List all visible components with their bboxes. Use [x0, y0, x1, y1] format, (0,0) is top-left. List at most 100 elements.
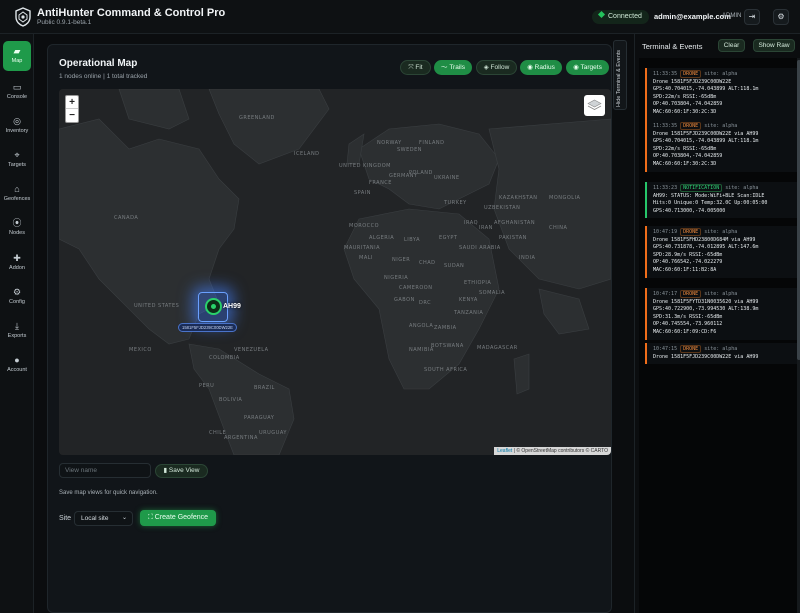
map-label-cameroon: CAMEROON: [399, 285, 432, 291]
sidebar-item-label: Nodes: [9, 230, 25, 236]
entry-meta: 11:33:35 DRONE site: alpha: [653, 70, 797, 79]
entry-meta: 11:33:23 NOTIFICATION site: alpha: [653, 184, 797, 193]
sidebar-item-label: Targets: [7, 162, 27, 168]
site-value: Local site: [81, 515, 109, 522]
sidebar-item-label: Geofences: [3, 196, 31, 202]
sidebar-item-targets[interactable]: ⌖ Targets: [3, 145, 31, 175]
entry-line: OP:40.703804,-74.042859: [653, 153, 723, 160]
zoom-out-button[interactable]: −: [66, 109, 78, 122]
entry-line: OP:40.745554,-73.960112: [653, 321, 723, 328]
fence-icon: ⌂: [14, 184, 20, 194]
map-label-india: INDIA: [519, 255, 536, 261]
entry-line: SPD:31.3m/s RSSI:-65dBm: [653, 313, 723, 320]
terminal-icon: ▭: [12, 82, 22, 92]
entry-line: MAC:60:60:1F:30:2C:3D: [653, 160, 717, 167]
node-marker-icon[interactable]: [205, 298, 222, 315]
terminal-entry: 11:33:23 NOTIFICATION site: alpha AH99: S…: [645, 182, 797, 219]
terminal-entry: 10:47:15 DRONE site: alpha Drone 1581F5FJ…: [645, 343, 797, 365]
map-label-uruguay: URUGUAY: [259, 430, 287, 436]
sidebar-item-geofences[interactable]: ⌂ Geofences: [3, 179, 31, 209]
settings-button[interactable]: ⚙: [773, 9, 789, 25]
entry-site: site: alpha: [704, 291, 738, 297]
map-label-mali: MALI: [359, 255, 373, 261]
map-label-spain: SPAIN: [354, 190, 371, 196]
map-label-nigeria: NIGERIA: [384, 275, 408, 281]
zoom-in-button[interactable]: +: [66, 96, 78, 109]
entry-tag: DRONE: [680, 228, 702, 236]
sidebar-item-config[interactable]: ⚙ Config: [3, 282, 31, 312]
entry-line: Drone 1581F5FJD239C00DW22E via AH99: [653, 353, 759, 360]
user-icon: ●: [14, 355, 20, 365]
entry-time: 11:33:35: [653, 123, 678, 129]
user-email: admin@example.com: [654, 12, 731, 21]
map-label-china: CHINA: [549, 225, 567, 231]
entry-tag: DRONE: [680, 70, 702, 78]
map-summary: 1 nodes online | 1 total tracked: [59, 73, 148, 80]
map-label-drc: DRC: [419, 300, 431, 306]
save-view-button[interactable]: ▮ Save View: [155, 464, 208, 478]
connection-status-badge: Connected: [592, 10, 649, 24]
map-canvas[interactable]: CANADA GREENLAND ICELAND UNITED STATES M…: [59, 89, 611, 455]
clear-button[interactable]: Clear: [718, 39, 745, 52]
sidebar-item-label: Account: [7, 367, 27, 373]
view-name-input[interactable]: View name: [59, 463, 151, 478]
drone-label[interactable]: 1581F5FJD239C00DW22E: [178, 323, 237, 332]
show-raw-button[interactable]: Show Raw: [753, 39, 795, 52]
map-label-finland: FINLAND: [419, 140, 445, 146]
sidebar-item-inventory[interactable]: ◎ Inventory: [3, 111, 31, 141]
map-label-south-africa: SOUTH AFRICA: [424, 367, 467, 373]
entry-site: site: alpha: [704, 123, 738, 129]
map-label-morocco: MOROCCO: [349, 223, 379, 229]
radius-toggle[interactable]: ◉ Radius: [520, 60, 562, 75]
map-label-chad: CHAD: [419, 260, 436, 266]
terminal-entry: 11:33:35 DRONE site: alpha Drone 1581F5FJ…: [645, 68, 797, 120]
site-select[interactable]: Local site ⌄: [74, 511, 133, 526]
follow-toggle[interactable]: ◈ Follow: [476, 60, 517, 75]
map-label-niger: NIGER: [392, 257, 410, 263]
map-label-greenland: GREENLAND: [239, 115, 275, 121]
layers-icon: [587, 99, 602, 110]
sidebar-item-map[interactable]: ▰ Map: [3, 41, 31, 71]
logout-button[interactable]: ⇥: [744, 9, 760, 25]
entry-line: SPD:22m/s RSSI:-65dBm: [653, 145, 717, 152]
map-label-colombia: COLOMBIA: [209, 355, 240, 361]
fit-button[interactable]: ⤧ Fit: [400, 60, 431, 75]
map-label-uzbekistan: UZBEKISTAN: [484, 205, 520, 211]
node-label: AH99: [223, 303, 241, 310]
user-role: ADMIN: [722, 13, 742, 19]
map-label-norway: NORWAY: [377, 140, 402, 146]
targets-toggle[interactable]: ◉ Targets: [566, 60, 609, 75]
map-label-angola: ANGOLA: [409, 323, 433, 329]
wifi-icon: ◎: [13, 116, 21, 126]
entry-line: SPD:28.9m/s RSSI:-65dBm: [653, 251, 723, 258]
hide-terminal-label: Hide Terminal & Events: [616, 49, 622, 107]
sidebar-item-console[interactable]: ▭ Console: [3, 77, 31, 107]
radius-label: Radius: [534, 64, 555, 71]
layers-button[interactable]: [584, 95, 605, 116]
map-label-madagascar: MADAGASCAR: [477, 345, 518, 351]
create-geofence-button[interactable]: ⛶ Create Geofence: [140, 510, 216, 526]
terminal-entry: 11:33:35 DRONE site: alpha Drone 1581F5FJ…: [645, 120, 797, 172]
sidebar-item-addon[interactable]: ✚ Addon: [3, 248, 31, 278]
terminal-title: Terminal & Events: [642, 42, 703, 51]
gear-icon: ⚙: [777, 12, 785, 21]
map-label-saudi-arabia: SAUDI ARABIA: [459, 245, 501, 251]
map-label-peru: PERU: [199, 383, 214, 389]
entry-meta: 10:47:17 DRONE site: alpha: [653, 290, 797, 299]
save-view-label: Save View: [168, 467, 200, 474]
trails-toggle[interactable]: 〜 Trails: [434, 60, 472, 75]
leaflet-link[interactable]: Leaflet: [497, 448, 512, 454]
map-label-libya: LIBYA: [404, 237, 420, 243]
entry-tag: NOTIFICATION: [680, 184, 723, 192]
map-label-iceland: ICELAND: [294, 151, 320, 157]
sidebar-item-nodes[interactable]: ⦿ Nodes: [3, 213, 31, 243]
map-label-somalia: SOMALIA: [479, 290, 505, 296]
terminal-entry: 10:47:19 DRONE site: alpha Drone 1581F5FH…: [645, 226, 797, 278]
sidebar-item-exports[interactable]: ⤓ Exports: [3, 316, 31, 346]
hide-terminal-tab[interactable]: Hide Terminal & Events: [613, 40, 627, 110]
sidebar-item-account[interactable]: ● Account: [3, 350, 31, 380]
map-attribution: Leaflet | © OpenStreetMap contributors ©…: [494, 447, 611, 455]
entry-meta: 10:47:19 DRONE site: alpha: [653, 228, 797, 237]
map-label-egypt: EGYPT: [439, 235, 458, 241]
entry-line: GPS:40.731878,-74.012895 ALT:147.6m: [653, 244, 759, 251]
